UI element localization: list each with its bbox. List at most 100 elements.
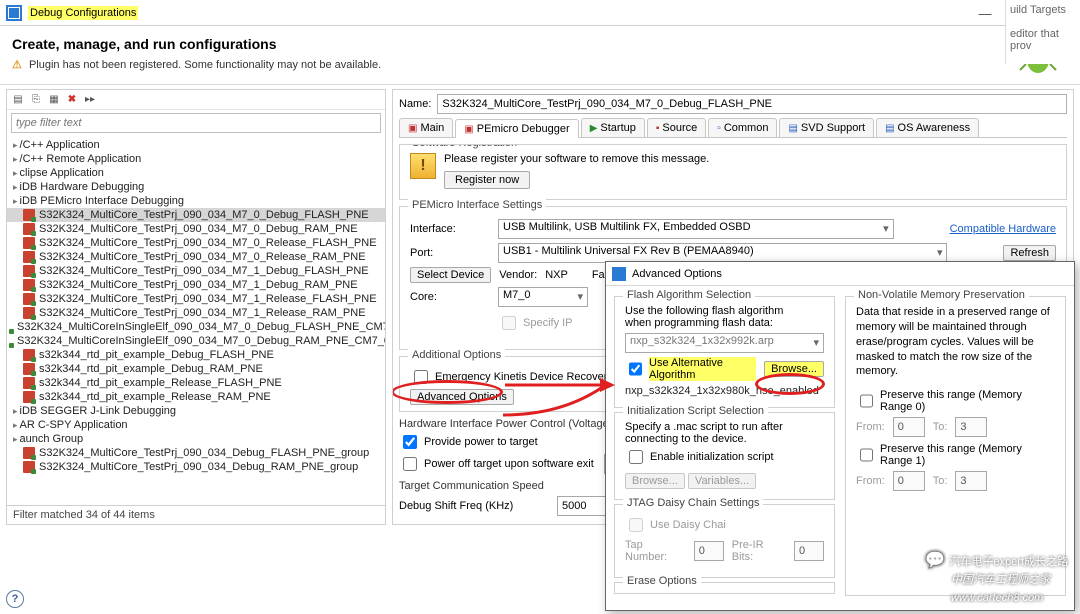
tree-config-item[interactable]: S32K324_MultiCore_TestPrj_090_034_M7_1_R…: [7, 306, 385, 320]
init-browse-button: Browse...: [625, 473, 685, 489]
dialog-title: Advanced Options: [632, 268, 722, 280]
launch-config-icon: [23, 279, 35, 291]
filter-status: Filter matched 34 of 44 items: [7, 505, 385, 524]
tree-config-item[interactable]: s32k344_rtd_pit_example_Release_FLASH_PN…: [7, 376, 385, 390]
watermark-wechat: 💬 汽车电子expert成长之路: [925, 550, 1068, 570]
interface-dropdown[interactable]: USB Multilink, USB Multilink FX, Embedde…: [498, 219, 894, 239]
tree-config-item[interactable]: S32K324_MultiCoreInSingleElf_090_034_M7_…: [7, 334, 385, 348]
tree-config-item[interactable]: S32K324_MultiCore_TestPrj_090_034_M7_1_D…: [7, 264, 385, 278]
minimize-button[interactable]: —: [966, 0, 1004, 26]
provide-power-checkbox[interactable]: [403, 435, 417, 449]
config-tree-panel: ▤ ⎘ ▦ ✖ ▸▸ /C++ Application/C++ Remote A…: [6, 89, 386, 525]
tree-category[interactable]: /C++ Remote Application: [7, 152, 385, 166]
range0-to-input: [955, 417, 987, 437]
specify-ip-checkbox: [502, 316, 516, 330]
pre-ir-input: [794, 541, 824, 561]
registration-message: Please register your software to remove …: [410, 153, 1056, 165]
launch-config-icon: [23, 209, 35, 221]
tab-startup[interactable]: ▶Startup: [581, 118, 645, 137]
launch-config-icon: [23, 265, 35, 277]
launch-config-icon: [23, 349, 35, 361]
new-config-icon[interactable]: ▤: [11, 93, 25, 107]
tree-category[interactable]: /C++ Application: [7, 138, 385, 152]
filter-icon[interactable]: ▸▸: [83, 93, 97, 107]
tree-category[interactable]: AR C-SPY Application: [7, 418, 385, 432]
window-titlebar: Debug Configurations — ▢ ✕: [0, 0, 1080, 26]
tab-common[interactable]: ▫Common: [708, 118, 777, 137]
tree-config-item[interactable]: S32K324_MultiCore_TestPrj_090_034_M7_0_D…: [7, 208, 385, 222]
tree-config-item[interactable]: S32K324_MultiCore_TestPrj_090_034_M7_0_R…: [7, 250, 385, 264]
enable-init-script-checkbox[interactable]: [629, 450, 643, 464]
tree-config-item[interactable]: s32k344_rtd_pit_example_Release_RAM_PNE: [7, 390, 385, 404]
background-editor-fragment: uild Targets editor that prov: [1005, 0, 1080, 64]
tree-config-item[interactable]: S32K324_MultiCore_TestPrj_090_034_Debug_…: [7, 446, 385, 460]
init-script-group: Initialization Script Selection Specify …: [614, 412, 835, 500]
export-icon[interactable]: ▦: [47, 93, 61, 107]
tree-category[interactable]: iDB PEMicro Interface Debugging: [7, 194, 385, 208]
port-dropdown[interactable]: USB1 - Multilink Universal FX Rev B (PEM…: [498, 243, 947, 263]
tree-config-item[interactable]: S32K324_MultiCore_TestPrj_090_034_M7_0_D…: [7, 222, 385, 236]
tree-category[interactable]: aunch Group: [7, 432, 385, 446]
launch-config-icon: [23, 223, 35, 235]
flash-algo-dropdown[interactable]: nxp_s32k324_1x32x992k.arp: [625, 333, 824, 353]
warning-triangle-icon: [410, 153, 436, 179]
duplicate-icon[interactable]: ⎘: [29, 93, 43, 107]
tap-number-input: [694, 541, 724, 561]
config-tree[interactable]: /C++ Application/C++ Remote Applicationc…: [7, 136, 385, 505]
filter-input[interactable]: [11, 113, 381, 133]
launch-config-icon: [23, 293, 35, 305]
tree-category[interactable]: clipse Application: [7, 166, 385, 180]
app-icon: [6, 5, 22, 21]
warning-icon: ⚠: [12, 59, 22, 71]
tab-source[interactable]: ▪Source: [647, 118, 706, 137]
use-alt-algorithm-checkbox[interactable]: [629, 362, 642, 376]
tree-category[interactable]: iDB Hardware Debugging: [7, 180, 385, 194]
refresh-button[interactable]: Refresh: [1003, 245, 1056, 261]
range1-from-input: [893, 471, 925, 491]
tab-pemicro-debugger[interactable]: ▣PEmicro Debugger: [455, 119, 578, 138]
dialog-icon: [612, 267, 626, 281]
tree-config-item[interactable]: S32K324_MultiCore_TestPrj_090_034_M7_0_R…: [7, 236, 385, 250]
tree-config-item[interactable]: S32K324_MultiCore_TestPrj_090_034_M7_1_R…: [7, 292, 385, 306]
tree-config-item[interactable]: S32K324_MultiCore_TestPrj_090_034_Debug_…: [7, 460, 385, 474]
tab-svd-support[interactable]: ▤SVD Support: [779, 118, 874, 137]
tree-toolbar: ▤ ⎘ ▦ ✖ ▸▸: [7, 90, 385, 110]
tree-config-item[interactable]: s32k344_rtd_pit_example_Debug_RAM_PNE: [7, 362, 385, 376]
tab-main[interactable]: ▣Main: [399, 118, 453, 137]
page-title: Create, manage, and run configurations: [12, 36, 381, 52]
tree-config-item[interactable]: s32k344_rtd_pit_example_Debug_FLASH_PNE: [7, 348, 385, 362]
launch-config-icon: [23, 307, 35, 319]
delete-icon[interactable]: ✖: [65, 93, 79, 107]
launch-config-icon: [23, 251, 35, 263]
launch-config-icon: [23, 447, 35, 459]
range0-from-input: [893, 417, 925, 437]
name-label: Name:: [399, 98, 431, 110]
preserve-range1-checkbox[interactable]: [860, 448, 873, 462]
use-daisy-chain-checkbox: [629, 518, 643, 532]
core-dropdown[interactable]: M7_0: [498, 287, 588, 307]
launch-config-icon: [23, 363, 35, 375]
power-off-checkbox[interactable]: [403, 457, 417, 471]
register-button[interactable]: Register now: [444, 171, 530, 189]
help-icon[interactable]: ?: [6, 590, 24, 608]
name-input[interactable]: [437, 94, 1067, 114]
tree-config-item[interactable]: S32K324_MultiCoreInSingleElf_090_034_M7_…: [7, 320, 385, 334]
window-title: Debug Configurations: [28, 6, 138, 20]
preserve-range0-checkbox[interactable]: [860, 394, 873, 408]
advanced-options-button[interactable]: Advanced Options: [410, 389, 514, 405]
launch-config-icon: [23, 237, 35, 249]
launch-config-icon: [23, 461, 35, 473]
erase-options-group: Erase Options: [614, 582, 835, 594]
selected-algo-path: nxp_s32k324_1x32x980k_hse_enabled: [625, 385, 824, 397]
init-variables-button: Variables...: [688, 473, 756, 489]
tab-os-awareness[interactable]: ▤OS Awareness: [876, 118, 979, 137]
tab-bar: ▣Main▣PEmicro Debugger▶Startup▪Source▫Co…: [399, 118, 1067, 138]
emergency-recovery-checkbox[interactable]: [414, 370, 428, 384]
compatible-hardware-link[interactable]: Compatible Hardware: [950, 223, 1056, 235]
select-device-button[interactable]: Select Device: [410, 267, 491, 283]
flash-algorithm-group: Flash Algorithm Selection Use the follow…: [614, 296, 835, 408]
tree-category[interactable]: iDB SEGGER J-Link Debugging: [7, 404, 385, 418]
launch-config-icon: [23, 391, 35, 403]
flash-browse-button[interactable]: Browse...: [764, 361, 824, 377]
tree-config-item[interactable]: S32K324_MultiCore_TestPrj_090_034_M7_1_D…: [7, 278, 385, 292]
